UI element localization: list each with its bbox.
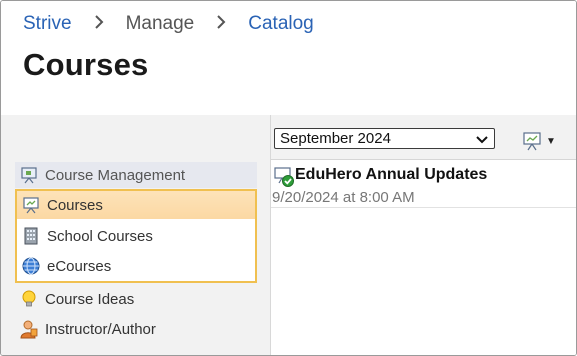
breadcrumb-manage[interactable]: Manage	[126, 13, 195, 35]
presentation-board-icon	[21, 195, 41, 215]
sidebar-item-label: Instructor/Author	[45, 320, 156, 338]
course-title[interactable]: EduHero Annual Updates	[295, 166, 487, 184]
page-title: Courses	[23, 47, 149, 82]
course-list-item[interactable]: EduHero Annual Updates 9/20/2024 at 8:00…	[271, 162, 576, 208]
sidebar-item-instructor-author[interactable]: Instructor/Author	[19, 315, 257, 343]
lightbulb-icon	[19, 289, 39, 309]
sidebar-item-label: Courses	[47, 196, 103, 214]
caret-down-icon: ▼	[546, 135, 556, 147]
sidebar-selected-group: Courses School Courses eCourses	[15, 189, 257, 283]
sidebar-item-course-ideas[interactable]: Course Ideas	[19, 285, 257, 313]
breadcrumb: Strive Manage Catalog	[23, 13, 314, 35]
presentation-board-icon	[19, 165, 39, 185]
sidebar-root-course-management[interactable]: Course Management	[15, 162, 257, 188]
chevron-right-icon	[216, 13, 226, 35]
month-select[interactable]: September 2024	[274, 128, 495, 149]
panel-toolbar: September 2024 ▼	[271, 115, 576, 160]
globe-icon	[21, 256, 41, 276]
chevron-right-icon	[94, 13, 104, 35]
person-icon	[19, 319, 39, 339]
sidebar-item-courses[interactable]: Courses	[17, 191, 255, 219]
building-icon	[21, 226, 41, 246]
sidebar-item-ecourses[interactable]: eCourses	[17, 252, 255, 280]
presentation-board-icon	[522, 131, 542, 151]
sidebar: Course Management Courses School Courses…	[1, 115, 269, 355]
course-list-panel: September 2024 ▼ EduHero Annual Updates …	[270, 115, 576, 355]
sidebar-root-label: Course Management	[45, 166, 186, 184]
course-date: 9/20/2024 at 8:00 AM	[272, 189, 415, 206]
sidebar-item-school-courses[interactable]: School Courses	[17, 222, 255, 250]
chevron-down-icon	[476, 132, 488, 149]
sidebar-item-label: Course Ideas	[45, 290, 135, 308]
sidebar-item-label: School Courses	[47, 227, 153, 245]
view-options-button[interactable]: ▼	[522, 130, 556, 152]
breadcrumb-catalog[interactable]: Catalog	[248, 13, 314, 35]
app-frame: Strive Manage Catalog Courses Course Man…	[0, 0, 577, 356]
month-select-value: September 2024	[280, 130, 391, 147]
content-area: Course Management Courses School Courses…	[1, 115, 576, 355]
breadcrumb-strive[interactable]: Strive	[23, 13, 72, 35]
sidebar-item-label: eCourses	[47, 257, 112, 275]
page-header: Strive Manage Catalog Courses	[1, 1, 576, 115]
